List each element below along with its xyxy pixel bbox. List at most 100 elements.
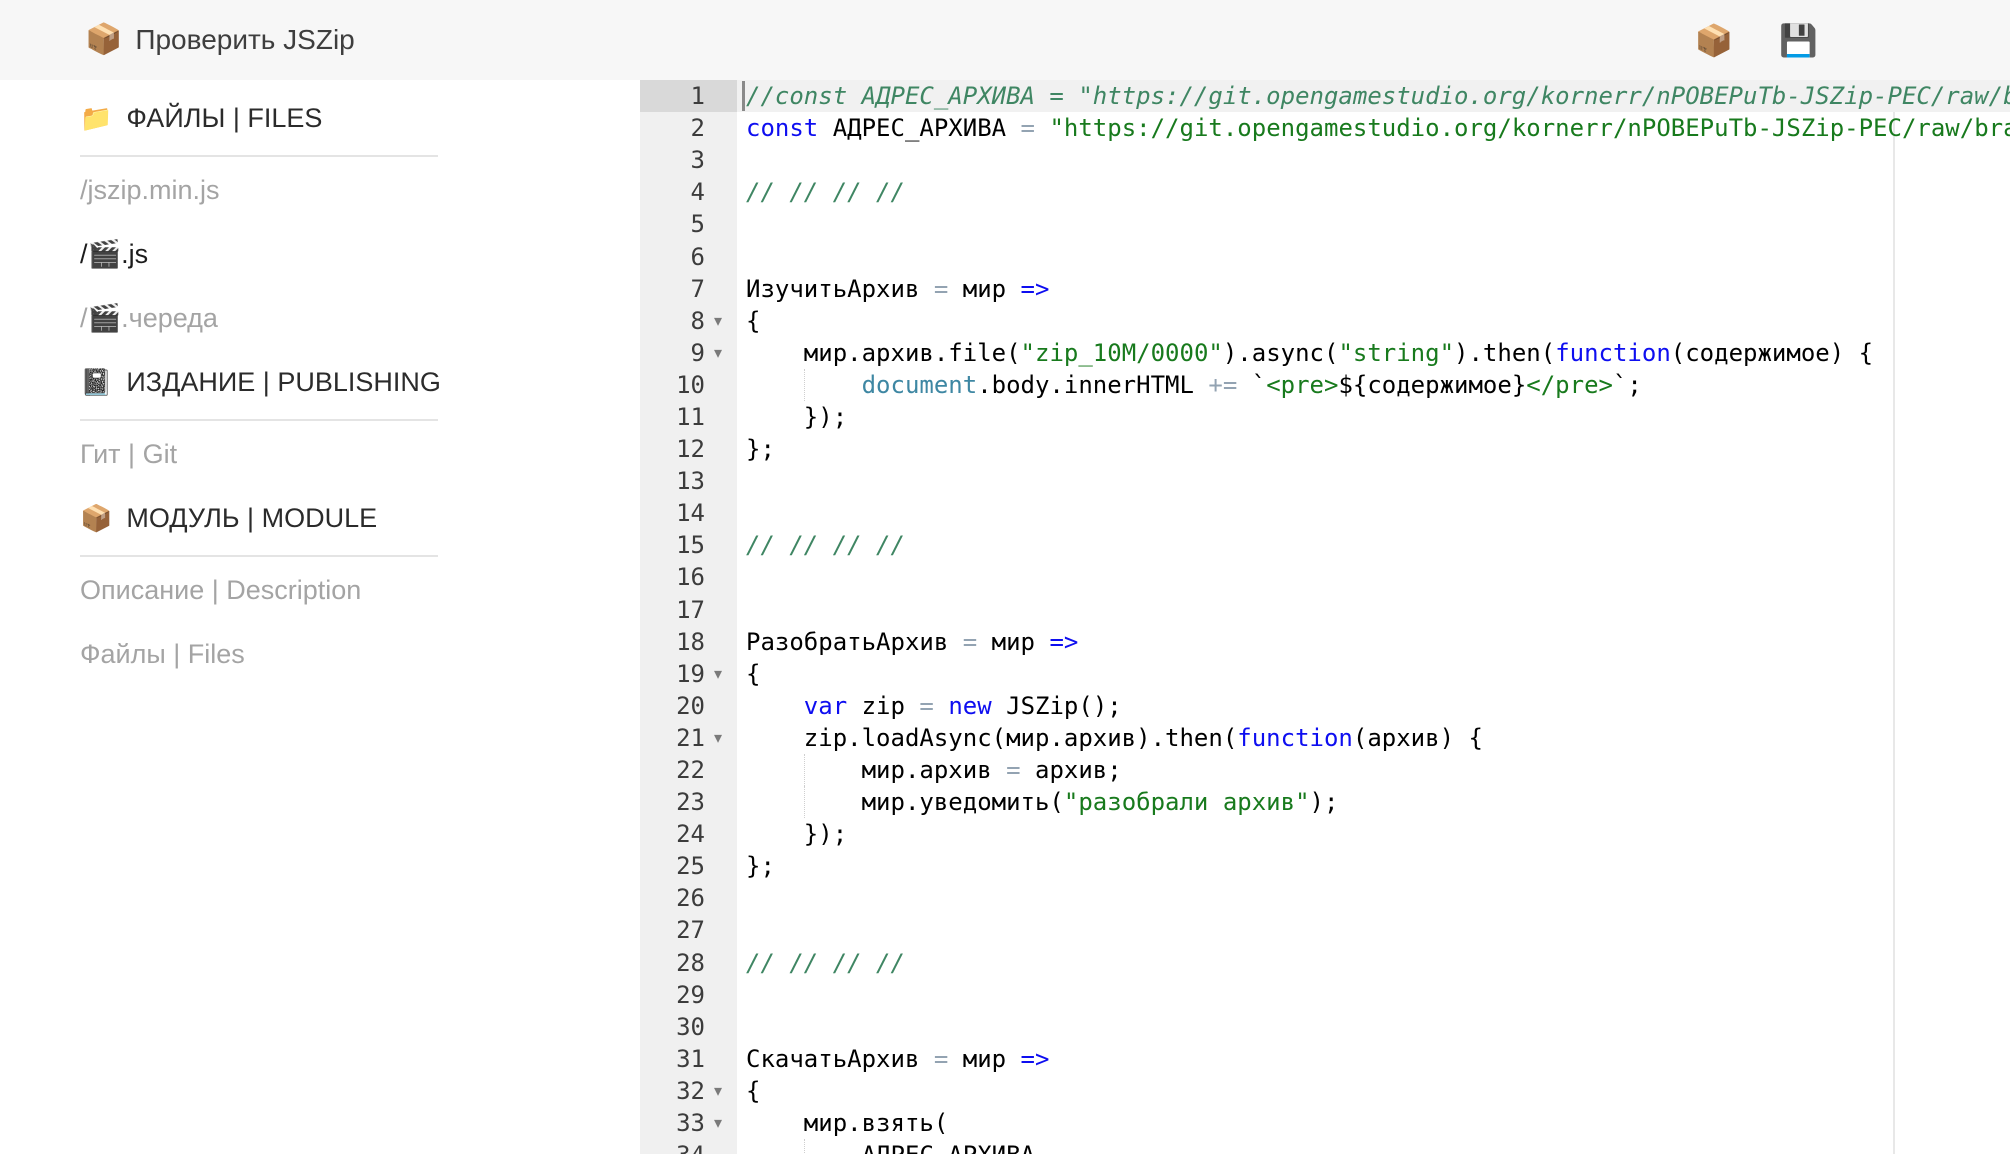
code-line[interactable]: }); (737, 818, 2010, 850)
code-line[interactable]: var zip = new JSZip(); (737, 690, 2010, 722)
code-token: = (934, 1045, 948, 1073)
line-number: 6 (691, 243, 705, 271)
fold-arrow-icon[interactable]: ▾ (705, 1081, 731, 1101)
code-token: = (963, 628, 977, 656)
save-icon[interactable]: 💾 (1779, 25, 1818, 56)
sidebar-item[interactable]: /🎬.череда (80, 301, 438, 335)
code-token: // // // // (746, 949, 905, 977)
fold-arrow-icon[interactable]: ▾ (705, 311, 731, 331)
code-line[interactable]: document.body.innerHTML += `<pre>${содер… (737, 369, 2010, 401)
code-line[interactable]: мир.взять( (737, 1107, 2010, 1139)
line-number: 22 (676, 756, 705, 784)
indent-guide (804, 786, 805, 818)
gutter-cell: 25 (640, 850, 737, 882)
sidebar-section-label: ИЗДАНИЕ | PUBLISHING (126, 367, 440, 398)
code-token: "string" (1338, 339, 1454, 367)
code-token: }); (746, 820, 847, 848)
sidebar-item[interactable]: Файлы | Files (80, 637, 438, 671)
code-token (746, 692, 804, 720)
code-line[interactable]: { (737, 1075, 2010, 1107)
code-token: function (1555, 339, 1671, 367)
line-number: 1 (691, 82, 705, 110)
code-line[interactable]: // // // // (737, 529, 2010, 561)
code-line[interactable]: ИзучитьАрхив = мир => (737, 273, 2010, 305)
code-line[interactable]: const АДРЕС_АРХИВА = "https://git.openga… (737, 112, 2010, 144)
line-number: 16 (676, 563, 705, 591)
gutter-cell: 18 (640, 626, 737, 658)
sidebar-section-header: 📁ФАЙЛЫ | FILES (80, 101, 438, 135)
sidebar-item[interactable]: Описание | Description (80, 573, 438, 607)
code-line[interactable] (737, 497, 2010, 529)
code-token (1035, 114, 1049, 142)
code-line[interactable] (737, 914, 2010, 946)
line-number: 9 (691, 339, 705, 367)
code-line[interactable] (737, 979, 2010, 1011)
editor-row: 34 АДРЕС_АРХИВА (640, 1139, 2010, 1154)
code-token: zip.loadAsync(мир.архив).then( (746, 724, 1237, 752)
code-line[interactable]: мир.архив.file("zip_10M/0000").async("st… (737, 337, 2010, 369)
code-line[interactable] (737, 1011, 2010, 1043)
code-line[interactable] (737, 208, 2010, 240)
fold-arrow-icon[interactable]: ▾ (705, 1113, 731, 1133)
app-window: 📦 Проверить JSZip 📦 💾 📁ФАЙЛЫ | FILES/jsz… (0, 0, 2010, 1154)
code-editor[interactable]: 1 //const АДРЕС_АРХИВА = "https://git.ope… (640, 80, 2010, 1154)
code-token: РазобратьАрхив (746, 628, 963, 656)
editor-row: 13 (640, 465, 2010, 497)
code-token: "zip_10M/0000" (1021, 339, 1223, 367)
editor-row: 28// // // // (640, 947, 2010, 979)
module-icon[interactable]: 📦 (1695, 25, 1734, 56)
code-line[interactable]: // // // // (737, 947, 2010, 979)
line-number: 27 (676, 916, 705, 944)
editor-row: 15// // // // (640, 529, 2010, 561)
code-line[interactable] (737, 240, 2010, 272)
code-line[interactable]: мир.архив = архив; (737, 754, 2010, 786)
editor-row: 5 (640, 208, 2010, 240)
line-number: 24 (676, 820, 705, 848)
gutter-cell: 8▾ (640, 305, 737, 337)
code-line[interactable]: // // // // (737, 176, 2010, 208)
code-line[interactable]: }; (737, 850, 2010, 882)
code-line[interactable]: мир.уведомить("разобрали архив"); (737, 786, 2010, 818)
code-token: { (746, 1077, 760, 1105)
code-line[interactable]: { (737, 658, 2010, 690)
fold-arrow-icon[interactable]: ▾ (705, 664, 731, 684)
editor-row: 22 мир.архив = архив; (640, 754, 2010, 786)
code-line[interactable]: СкачатьАрхив = мир => (737, 1043, 2010, 1075)
code-line[interactable]: { (737, 305, 2010, 337)
code-line[interactable]: РазобратьАрхив = мир => (737, 626, 2010, 658)
gutter-cell: 19▾ (640, 658, 737, 690)
code-line[interactable] (737, 594, 2010, 626)
editor-row: 19▾{ (640, 658, 2010, 690)
sidebar-section-header: 📓ИЗДАНИЕ | PUBLISHING (80, 365, 438, 399)
code-line[interactable] (737, 561, 2010, 593)
code-line[interactable] (737, 882, 2010, 914)
sidebar-item[interactable]: /🎬.js (80, 237, 438, 271)
fold-arrow-icon[interactable]: ▾ (705, 728, 731, 748)
line-number: 29 (676, 981, 705, 1009)
code-token: var (804, 692, 847, 720)
code-line[interactable]: АДРЕС_АРХИВА (737, 1139, 2010, 1154)
fold-arrow-icon[interactable]: ▾ (705, 343, 731, 363)
code-line[interactable]: }; (737, 433, 2010, 465)
line-number: 3 (691, 146, 705, 174)
gutter-cell: 4 (640, 176, 737, 208)
code-token: const (746, 114, 818, 142)
line-number: 12 (676, 435, 705, 463)
sidebar-item[interactable]: Гит | Git (80, 437, 438, 471)
code-line[interactable]: }); (737, 401, 2010, 433)
line-number: 33 (676, 1109, 705, 1137)
indent-guide (804, 1139, 805, 1154)
code-token: ${содержимое} (1338, 371, 1526, 399)
code-token: СкачатьАрхив (746, 1045, 934, 1073)
editor-row: 12}; (640, 433, 2010, 465)
gutter-cell: 7 (640, 273, 737, 305)
code-line[interactable] (737, 465, 2010, 497)
code-token: мир.архив (746, 756, 1006, 784)
editor-row: 30 (640, 1011, 2010, 1043)
code-line[interactable]: zip.loadAsync(мир.архив).then(function(а… (737, 722, 2010, 754)
code-line[interactable]: //const АДРЕС_АРХИВА = "https://git.open… (737, 80, 2010, 112)
sidebar-item[interactable]: /jszip.min.js (80, 173, 438, 207)
code-line[interactable] (737, 144, 2010, 176)
sidebar-divider (80, 555, 438, 557)
editor-row: 24 }); (640, 818, 2010, 850)
